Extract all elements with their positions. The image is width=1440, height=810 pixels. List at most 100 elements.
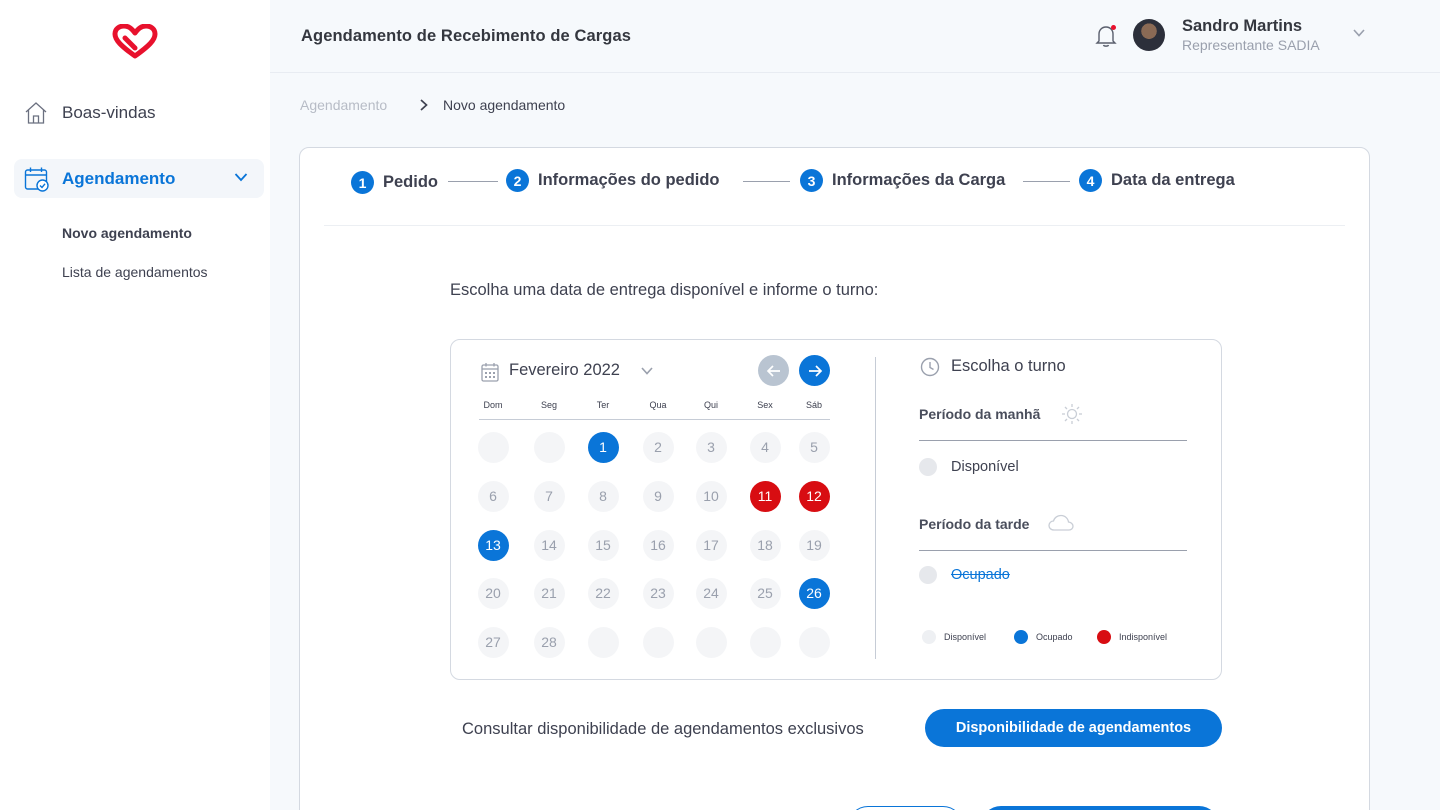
calendar-day[interactable]: 23 bbox=[642, 577, 674, 609]
calendar-day[interactable]: 25 bbox=[749, 577, 781, 609]
scheduling-card: 1 Pedido 2 Informações do pedido 3 Infor… bbox=[299, 147, 1370, 810]
calendar-panel: Fevereiro 2022 Dom Seg Ter Qua Qui Sex Sáb 123… bbox=[450, 339, 1222, 680]
next-month-button[interactable] bbox=[799, 355, 830, 386]
sun-icon bbox=[1062, 404, 1082, 424]
calendar-day[interactable]: 3 bbox=[695, 431, 727, 463]
step-number: 1 bbox=[351, 171, 374, 194]
chevron-down-icon[interactable] bbox=[640, 365, 654, 377]
calendar-day[interactable]: 9 bbox=[642, 480, 674, 512]
calendar-empty-cell bbox=[749, 626, 781, 658]
notification-dot bbox=[1111, 25, 1116, 30]
step-connector bbox=[743, 181, 790, 182]
sidebar-subitem-novo-agendamento[interactable]: Novo agendamento bbox=[62, 225, 192, 241]
calendar-day[interactable]: 19 bbox=[798, 529, 830, 561]
user-role: Representante SADIA bbox=[1182, 37, 1320, 53]
calendar-day[interactable]: 5 bbox=[798, 431, 830, 463]
consult-text: Consultar disponibilidade de agendamento… bbox=[462, 720, 864, 738]
notification-button[interactable] bbox=[1095, 24, 1117, 48]
divider bbox=[324, 225, 1345, 226]
legend-label: Disponível bbox=[944, 632, 987, 642]
calendar-day[interactable]: 11 bbox=[749, 480, 781, 512]
divider bbox=[919, 550, 1187, 551]
legend-disponivel: Disponível bbox=[922, 630, 986, 644]
step-connector bbox=[448, 181, 498, 182]
prev-month-button[interactable] bbox=[758, 355, 789, 386]
calendar-day[interactable]: 12 bbox=[798, 480, 830, 512]
step-informacoes-pedido[interactable]: 2 Informações do pedido bbox=[506, 169, 720, 192]
step-label: Pedido bbox=[383, 173, 439, 191]
step-label: Informações do pedido bbox=[538, 171, 720, 189]
step-label: Informações da Carga bbox=[832, 171, 1006, 189]
chevron-down-icon[interactable] bbox=[1352, 27, 1366, 39]
legend-dot bbox=[922, 630, 936, 644]
weekday-label: Ter bbox=[596, 400, 610, 410]
calendar-day[interactable]: 4 bbox=[749, 431, 781, 463]
divider bbox=[875, 357, 876, 659]
calendar-day[interactable]: 6 bbox=[477, 480, 509, 512]
step-number: 4 bbox=[1079, 169, 1102, 192]
legend-label: Indisponível bbox=[1119, 632, 1168, 642]
calendar-day[interactable]: 26 bbox=[798, 577, 830, 609]
sidebar-item-boas-vindas[interactable]: Boas-vindas bbox=[24, 98, 156, 128]
step-number: 3 bbox=[800, 169, 823, 192]
weekday-label: Qua bbox=[649, 400, 667, 410]
calendar-day[interactable]: 27 bbox=[477, 626, 509, 658]
calendar-day[interactable]: 22 bbox=[587, 577, 619, 609]
calendar-day[interactable]: 10 bbox=[695, 480, 727, 512]
step-label: Data da entrega bbox=[1111, 171, 1235, 189]
avatar[interactable] bbox=[1133, 19, 1165, 51]
legend-dot bbox=[1014, 630, 1028, 644]
calendar-day[interactable]: 21 bbox=[533, 577, 565, 609]
calendar-day[interactable]: 18 bbox=[749, 529, 781, 561]
page-title: Agendamento de Recebimento de Cargas bbox=[301, 27, 632, 45]
calendar-day[interactable]: 14 bbox=[533, 529, 565, 561]
sidebar-item-label: Agendamento bbox=[62, 168, 176, 188]
legend-indisponivel: Indisponível bbox=[1097, 630, 1167, 644]
breadcrumb-item-agendamento[interactable]: Agendamento bbox=[300, 97, 387, 113]
calendar-day[interactable]: 28 bbox=[533, 626, 565, 658]
back-button[interactable] bbox=[848, 806, 963, 810]
afternoon-period-label: Período da tarde bbox=[919, 516, 1030, 532]
calendar-day[interactable]: 15 bbox=[587, 529, 619, 561]
calendar-day[interactable]: 24 bbox=[695, 577, 727, 609]
heart-logo-icon[interactable] bbox=[111, 24, 159, 60]
calendar-day[interactable]: 13 bbox=[477, 529, 509, 561]
availability-button[interactable]: Disponibilidade de agendamentos bbox=[925, 709, 1222, 747]
arrow-left-icon bbox=[766, 364, 780, 377]
user-name: Sandro Martins bbox=[1182, 17, 1303, 35]
option-label: Disponível bbox=[951, 459, 1019, 475]
calendar-empty-cell bbox=[533, 431, 565, 463]
calendar-day[interactable]: 17 bbox=[695, 529, 727, 561]
sidebar-item-agendamento[interactable]: Agendamento bbox=[14, 159, 264, 198]
legend-dot bbox=[1097, 630, 1111, 644]
divider bbox=[479, 419, 830, 420]
next-button[interactable] bbox=[981, 806, 1219, 810]
calendar-day[interactable]: 8 bbox=[587, 480, 619, 512]
weekday-label: Qui bbox=[703, 400, 718, 410]
legend-ocupado: Ocupado bbox=[1014, 630, 1073, 644]
calendar-day[interactable]: 2 bbox=[642, 431, 674, 463]
legend-label: Ocupado bbox=[1036, 632, 1073, 642]
step-pedido[interactable]: 1 Pedido bbox=[351, 171, 438, 194]
step-data-entrega[interactable]: 4 Data da entrega bbox=[1079, 169, 1235, 192]
weekday-label: Dom bbox=[483, 400, 503, 410]
radio-dot[interactable] bbox=[919, 458, 937, 476]
calendar-day[interactable]: 16 bbox=[642, 529, 674, 561]
sidebar-subitem-lista-agendamentos[interactable]: Lista de agendamentos bbox=[62, 264, 208, 280]
calendar-empty-cell bbox=[587, 626, 619, 658]
chevron-down-icon[interactable] bbox=[234, 170, 248, 184]
calendar-empty-cell bbox=[695, 626, 727, 658]
breadcrumb-item-current: Novo agendamento bbox=[443, 97, 566, 113]
step-connector bbox=[1023, 181, 1070, 182]
divider bbox=[919, 440, 1187, 441]
afternoon-option: Ocupado bbox=[919, 566, 1010, 584]
calendar-day[interactable]: 1 bbox=[587, 431, 619, 463]
weekday-label: Seg bbox=[540, 400, 557, 410]
step-informacoes-carga[interactable]: 3 Informações da Carga bbox=[800, 169, 1005, 192]
weekday-label: Sex bbox=[757, 400, 773, 410]
home-icon bbox=[25, 102, 47, 124]
morning-option[interactable]: Disponível bbox=[919, 458, 1019, 476]
calendar-day[interactable]: 20 bbox=[477, 577, 509, 609]
calendar-day[interactable]: 7 bbox=[533, 480, 565, 512]
calendar-month-label[interactable]: Fevereiro 2022 bbox=[509, 361, 620, 380]
